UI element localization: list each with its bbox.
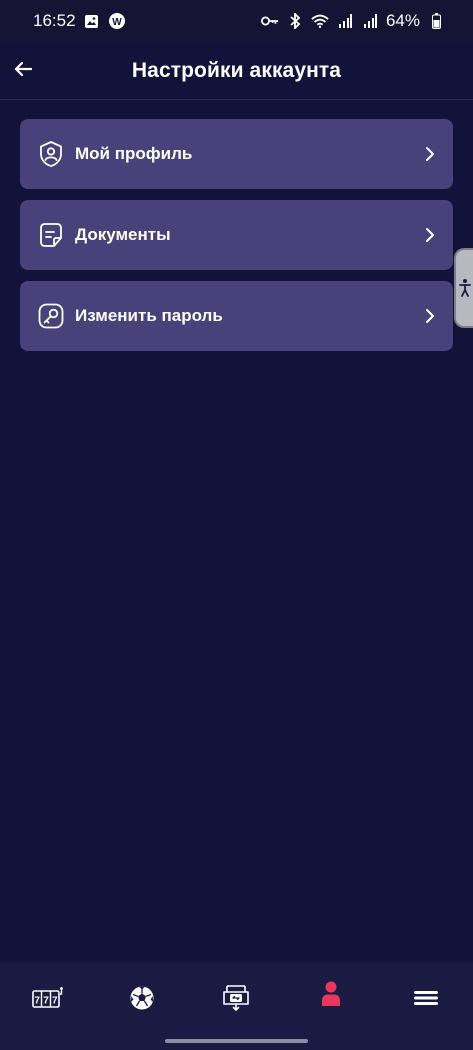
- bottom-navigation: 7 7 7: [0, 962, 473, 1050]
- hamburger-menu-icon: [413, 991, 438, 1005]
- nav-profile[interactable]: [301, 981, 361, 1013]
- menu-item-label: Мой профиль: [75, 144, 193, 163]
- account-settings-menu: Мой профиль Документы Изменить пароль: [20, 119, 453, 362]
- chevron-right-icon: [423, 226, 437, 244]
- menu-item-label: Документы: [75, 225, 171, 244]
- svg-text:7: 7: [52, 996, 58, 1007]
- document-icon: [36, 220, 66, 250]
- wifi-icon: [311, 12, 329, 30]
- nav-sports[interactable]: [112, 983, 172, 1013]
- menu-item-my-profile[interactable]: Мой профиль: [20, 119, 453, 189]
- image-icon: [83, 12, 101, 30]
- menu-item-documents[interactable]: Документы: [20, 200, 453, 270]
- menu-item-label: Изменить пароль: [75, 306, 223, 325]
- nav-menu[interactable]: [396, 983, 456, 1013]
- bluetooth-icon: [286, 12, 304, 30]
- accessibility-icon: [458, 279, 471, 297]
- battery-level: 64%: [385, 11, 420, 30]
- accessibility-tab[interactable]: [454, 248, 473, 328]
- profile-shield-icon: [36, 139, 66, 169]
- chevron-right-icon: [423, 307, 437, 325]
- menu-item-change-password[interactable]: Изменить пароль: [20, 281, 453, 351]
- signal-icon: [336, 12, 354, 30]
- soccer-ball-icon: [130, 986, 154, 1010]
- page-title: Настройки аккаунта: [131, 58, 342, 82]
- slots-777-icon: 7 7 7: [32, 987, 64, 1008]
- home-indicator[interactable]: [165, 1039, 308, 1043]
- arrow-left-icon: [14, 61, 32, 77]
- nav-transfer[interactable]: [206, 983, 266, 1013]
- svg-text:7: 7: [44, 996, 50, 1007]
- signal-icon: [361, 12, 379, 30]
- transfer-icon: [223, 985, 250, 1011]
- svg-text:7: 7: [35, 996, 41, 1007]
- key-icon: [260, 12, 279, 30]
- battery-icon: [427, 12, 445, 30]
- status-left: 16:52 W: [33, 11, 126, 31]
- key-icon: [36, 301, 66, 331]
- back-button[interactable]: [10, 56, 36, 82]
- nav-slots[interactable]: 7 7 7: [17, 983, 77, 1013]
- user-icon: [322, 981, 341, 1006]
- chevron-right-icon: [423, 145, 437, 163]
- status-bar: 16:52 W 64%: [0, 0, 473, 42]
- status-time: 16:52: [33, 11, 76, 30]
- svg-text:W: W: [112, 17, 122, 28]
- notification-badge-icon: W: [108, 12, 126, 30]
- status-right: 64%: [260, 11, 445, 31]
- header: Настройки аккаунта: [0, 42, 473, 100]
